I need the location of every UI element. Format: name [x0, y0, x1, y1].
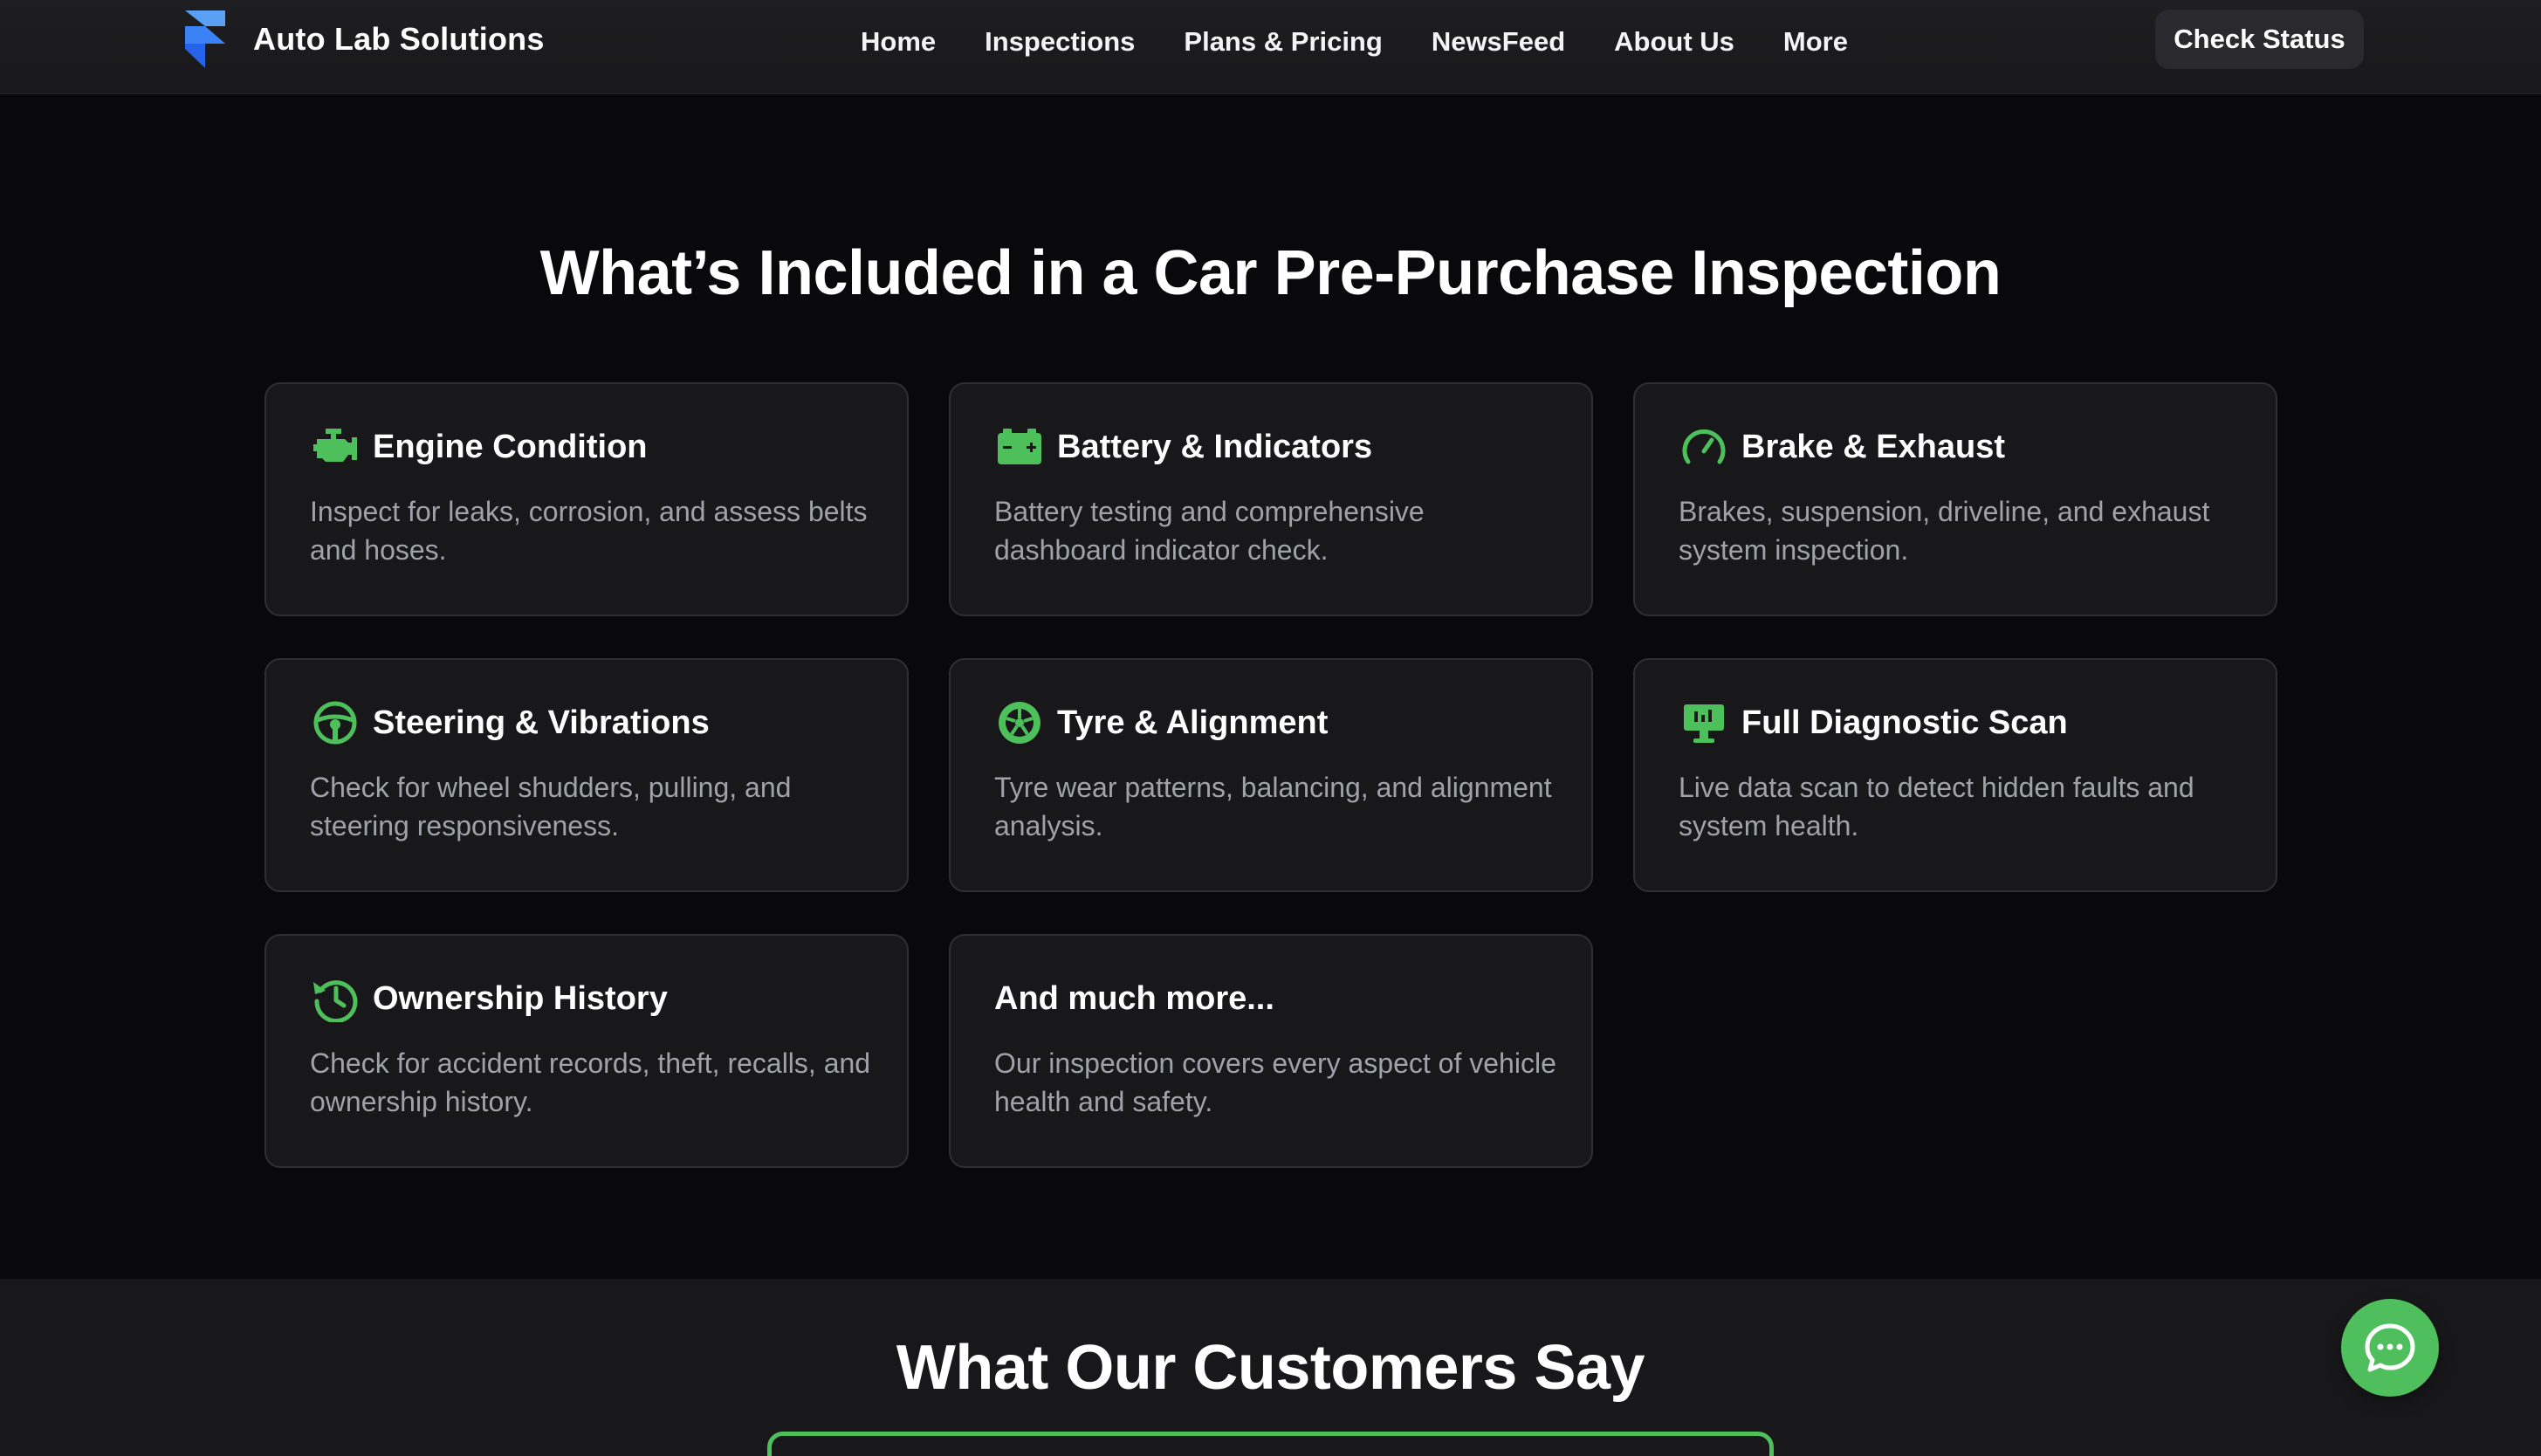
card-header: Tyre & Alignment: [994, 697, 1328, 749]
engine-icon: [310, 422, 361, 472]
chat-bubble-icon: [2365, 1323, 2415, 1372]
nav-inspections[interactable]: Inspections: [985, 26, 1135, 58]
card-steering-vibrations: Steering & Vibrations Check for wheel sh…: [264, 658, 909, 892]
main-nav: Home Inspections Plans & Pricing NewsFee…: [861, 21, 1848, 63]
diagnostic-monitor-icon: [1679, 697, 1729, 748]
section-title-customers: What Our Customers Say: [896, 1333, 1645, 1403]
top-navbar: Auto Lab Solutions Home Inspections Plan…: [0, 0, 2541, 94]
card-header: Battery & Indicators: [994, 421, 1372, 473]
card-title: Steering & Vibrations: [373, 704, 710, 741]
card-engine-condition: Engine Condition Inspect for leaks, corr…: [264, 382, 909, 616]
card-header: Engine Condition: [310, 421, 648, 473]
card-title: Full Diagnostic Scan: [1741, 704, 2068, 741]
card-and-much-more: And much more... Our inspection covers e…: [949, 934, 1593, 1168]
card-title: And much more...: [994, 979, 1274, 1017]
card-description: Check for wheel shudders, pulling, and s…: [310, 772, 792, 841]
card-header: And much more...: [994, 972, 1274, 1025]
card-description: Inspect for leaks, corrosion, and assess…: [310, 496, 868, 566]
card-title: Tyre & Alignment: [1057, 704, 1329, 741]
card-battery-indicators: Battery & Indicators Battery testing and…: [949, 382, 1593, 616]
card-description: Check for accident records, theft, recal…: [310, 1047, 871, 1117]
card-header: Steering & Vibrations: [310, 697, 710, 749]
card-ownership-history: Ownership History Check for accident rec…: [264, 934, 909, 1168]
brand[interactable]: Auto Lab Solutions: [185, 10, 545, 68]
card-description: Brakes, suspension, driveline, and exhau…: [1679, 496, 2210, 566]
card-header: Full Diagnostic Scan: [1679, 697, 2068, 749]
card-tyre-alignment: Tyre & Alignment Tyre wear patterns, bal…: [949, 658, 1593, 892]
card-description: Live data scan to detect hidden faults a…: [1679, 772, 2194, 841]
card-header: Ownership History: [310, 972, 668, 1025]
card-title: Ownership History: [373, 979, 668, 1017]
nav-home[interactable]: Home: [861, 26, 936, 58]
card-full-diagnostic-scan: Full Diagnostic Scan Live data scan to d…: [1633, 658, 2277, 892]
nav-more[interactable]: More: [1783, 26, 1848, 58]
chat-button[interactable]: [2341, 1299, 2439, 1397]
gauge-icon: [1679, 422, 1729, 472]
framer-logo-icon: [185, 10, 225, 68]
card-title: Engine Condition: [373, 428, 648, 465]
card-header: Brake & Exhaust: [1679, 421, 2005, 473]
check-status-button[interactable]: Check Status: [2155, 10, 2364, 69]
card-title: Brake & Exhaust: [1741, 428, 2006, 465]
steering-wheel-icon: [310, 697, 361, 748]
card-description: Battery testing and comprehensive dashbo…: [994, 496, 1425, 566]
history-icon: [310, 973, 361, 1024]
battery-icon: [994, 422, 1045, 472]
nav-plans-pricing[interactable]: Plans & Pricing: [1184, 26, 1382, 58]
card-description: Our inspection covers every aspect of ve…: [994, 1047, 1556, 1117]
tyre-icon: [994, 697, 1045, 748]
section-title-included: What’s Included in a Car Pre-Purchase In…: [539, 238, 2002, 308]
nav-newsfeed[interactable]: NewsFeed: [1432, 26, 1565, 58]
card-description: Tyre wear patterns, balancing, and align…: [994, 772, 1552, 841]
page: Auto Lab Solutions Home Inspections Plan…: [0, 0, 2541, 1456]
nav-about-us[interactable]: About Us: [1614, 26, 1734, 58]
card-brake-exhaust: Brake & Exhaust Brakes, suspension, driv…: [1633, 382, 2277, 616]
card-title: Battery & Indicators: [1057, 428, 1373, 465]
testimonial-card: [767, 1432, 1774, 1456]
brand-name: Auto Lab Solutions: [253, 21, 545, 57]
